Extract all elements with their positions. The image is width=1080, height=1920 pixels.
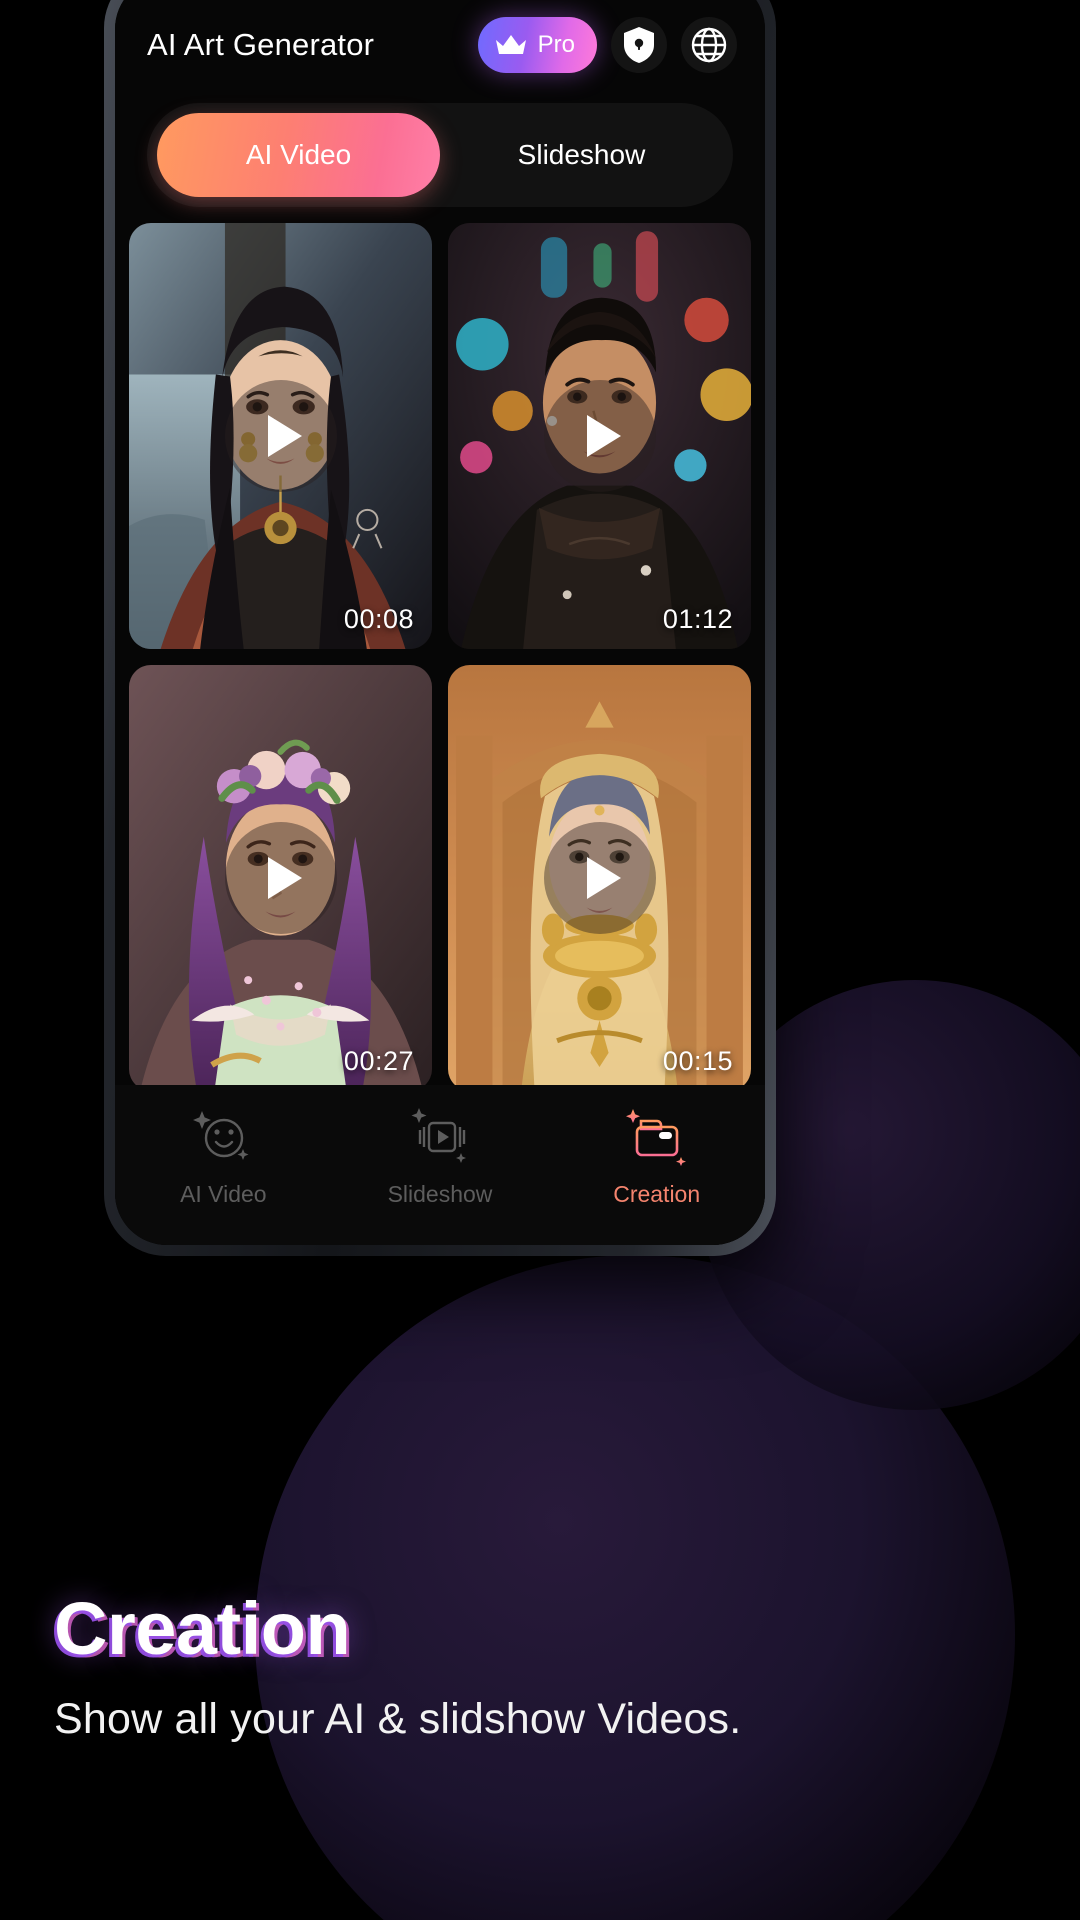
screenshot-root: AI Art Generator Pro AI Video Slideshow … (0, 0, 1080, 1920)
nav-item-creation[interactable]: Creation (548, 1103, 765, 1208)
mode-switch-wrapper: AI Video Slideshow (115, 89, 765, 223)
tab-slideshow[interactable]: Slideshow (440, 113, 723, 197)
nav-item-slideshow-label: Slideshow (387, 1181, 493, 1207)
phone-screen-bezel: AI Art Generator Pro AI Video Slideshow … (115, 0, 765, 1245)
caption-subtitle: Show all your AI & slidshow Videos. (54, 1695, 742, 1743)
tab-slideshow-label: Slideshow (517, 139, 646, 170)
video-duration: 01:12 (662, 604, 733, 634)
privacy-shield-button[interactable] (611, 17, 667, 73)
video-duration: 00:15 (662, 1046, 733, 1076)
folder-sparkle-icon (625, 1109, 686, 1166)
video-duration: 00:27 (343, 1046, 414, 1076)
play-button[interactable] (543, 380, 656, 492)
caption-block: Creation Show all your AI & slidshow Vid… (54, 1586, 1014, 1744)
film-play-icon (411, 1108, 466, 1163)
tab-ai-video[interactable]: AI Video (157, 113, 440, 197)
bottom-navigation-bar: AI Video Slideshow Creation (115, 1085, 765, 1245)
phone-device-frame: AI Art Generator Pro AI Video Slideshow … (104, 0, 776, 1256)
play-button[interactable] (543, 822, 656, 934)
play-button[interactable] (224, 380, 337, 492)
app-header: AI Art Generator Pro (115, 0, 765, 89)
play-icon (587, 415, 621, 457)
video-card[interactable]: 01:12 (448, 223, 751, 649)
play-icon (268, 857, 302, 899)
play-button[interactable] (224, 822, 337, 934)
crown-icon (495, 35, 526, 54)
shield-lock-icon (624, 27, 654, 63)
page-title: AI Art Generator (147, 27, 375, 62)
tab-ai-video-label: AI Video (245, 139, 352, 170)
caption-title: Creation (54, 1587, 351, 1670)
smiley-sparkle-icon (193, 1111, 249, 1160)
app-screen: AI Art Generator Pro AI Video Slideshow … (115, 0, 765, 1245)
pro-label: Pro (537, 31, 575, 58)
mode-segmented-control: AI Video Slideshow (147, 103, 733, 207)
play-icon (587, 857, 621, 899)
nav-item-creation-label: Creation (613, 1181, 701, 1207)
video-grid: 00:08 01:12 00:27 00:15 (115, 223, 765, 1085)
nav-item-ai-video[interactable]: AI Video (115, 1103, 332, 1208)
video-card[interactable]: 00:08 (129, 223, 432, 649)
video-card[interactable]: 00:15 (448, 665, 751, 1085)
video-duration: 00:08 (343, 604, 414, 634)
video-card[interactable]: 00:27 (129, 665, 432, 1085)
pro-upgrade-button[interactable]: Pro (477, 17, 597, 73)
play-icon (268, 415, 302, 457)
nav-item-ai-video-label: AI Video (180, 1181, 267, 1207)
language-globe-button[interactable] (681, 17, 737, 73)
nav-item-slideshow[interactable]: Slideshow (332, 1103, 549, 1208)
globe-icon (691, 27, 727, 63)
